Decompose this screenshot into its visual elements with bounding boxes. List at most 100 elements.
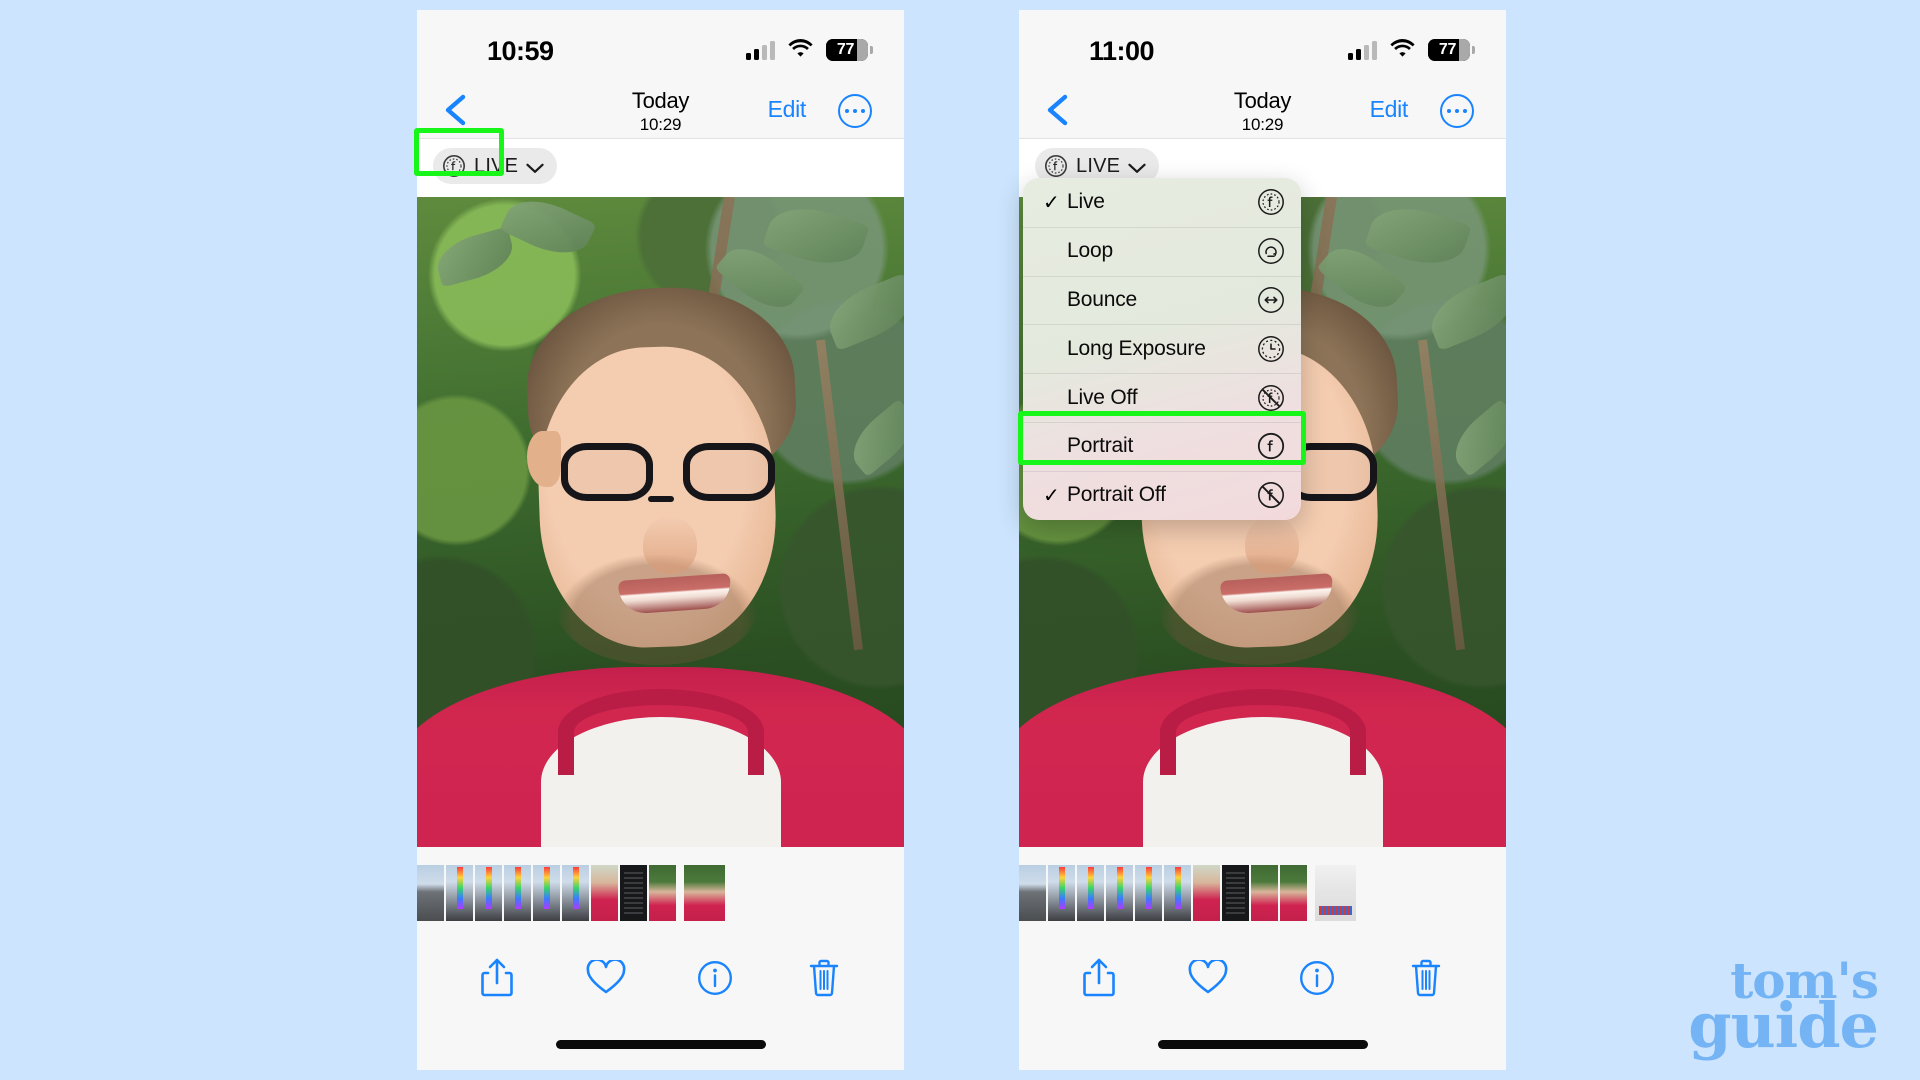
long-exposure-icon [1257, 335, 1285, 363]
photo-viewer[interactable] [417, 197, 904, 847]
live-photo-icon [1044, 154, 1068, 178]
filmstrip-thumbnail[interactable] [1280, 865, 1307, 921]
status-bar-icons: 77 [746, 38, 873, 62]
filmstrip-thumbnail[interactable] [446, 865, 473, 921]
filmstrip-thumbnail[interactable] [1193, 865, 1220, 921]
filmstrip-thumbnail[interactable] [504, 865, 531, 921]
menu-item-label: Live [1067, 190, 1105, 214]
menu-item-long-exposure[interactable]: Long Exposure [1023, 324, 1301, 373]
filmstrip-container[interactable] [1019, 847, 1506, 937]
phone-screenshot-left: 10:59 77 Today 10:29 Edit LIVE [417, 10, 904, 1070]
live-mode-menu[interactable]: ✓ Live Loop Bounce Long Exposure Live Off Port… [1023, 178, 1301, 520]
share-button[interactable] [469, 950, 525, 1006]
filmstrip-thumbnail[interactable] [1315, 865, 1356, 921]
filmstrip-thumbnail[interactable] [620, 865, 647, 921]
navigation-bar: Today 10:29 Edit [417, 82, 904, 139]
share-button[interactable] [1071, 950, 1127, 1006]
photo-subject-collar [1159, 689, 1366, 775]
chevron-down-icon [1128, 161, 1146, 173]
battery-percent-label: 77 [1438, 41, 1457, 58]
photo-subject-nose [642, 515, 697, 574]
menu-item-live[interactable]: ✓ Live [1023, 178, 1301, 227]
menu-item-label: Portrait Off [1067, 483, 1166, 507]
status-bar-time: 10:59 [487, 36, 554, 66]
live-badge-row: LIVE [417, 139, 904, 197]
filmstrip-thumbnail[interactable] [1135, 865, 1162, 921]
home-indicator-area [417, 1019, 904, 1065]
filmstrip-thumbnail[interactable] [1019, 865, 1046, 921]
loop-icon [1257, 237, 1285, 265]
menu-item-loop[interactable]: Loop [1023, 226, 1301, 276]
menu-item-label: Portrait [1067, 434, 1134, 458]
home-indicator[interactable] [1157, 1040, 1368, 1049]
favorite-button[interactable] [1180, 950, 1236, 1006]
info-button[interactable] [687, 950, 743, 1006]
menu-item-bounce[interactable]: Bounce [1023, 275, 1301, 325]
status-bar-time: 11:00 [1089, 36, 1155, 66]
info-button[interactable] [1289, 950, 1345, 1006]
filmstrip-thumbnail[interactable] [1164, 865, 1191, 921]
photo-subject-collar [557, 689, 764, 775]
watermark-line-2: guide [1688, 989, 1879, 1063]
bottom-toolbar [1019, 937, 1506, 1019]
filmstrip-thumbnail[interactable] [1048, 865, 1075, 921]
phone-screenshot-right: 11:00 77 Today 10:29 Edit LIVE [1019, 10, 1506, 1070]
edit-button[interactable]: Edit [1370, 96, 1409, 123]
filmstrip-thumbnail[interactable] [649, 865, 676, 921]
filmstrip-thumbnail[interactable] [1077, 865, 1104, 921]
bottom-toolbar [417, 937, 904, 1019]
screenshot-canvas: 10:59 77 Today 10:29 Edit LIVE 11:00 77 … [0, 0, 1920, 1080]
status-bar: 11:00 77 [1019, 10, 1506, 82]
menu-item-live-off[interactable]: Live Off [1023, 373, 1301, 422]
delete-button[interactable] [796, 950, 852, 1006]
edit-button[interactable]: Edit [768, 96, 807, 123]
menu-item-portrait[interactable]: Portrait [1023, 421, 1301, 471]
checkmark-icon: ✓ [1043, 484, 1060, 507]
navigation-bar: Today 10:29 Edit [1019, 82, 1506, 139]
page-subtitle-time: 10:29 [639, 115, 682, 134]
filmstrip[interactable] [1019, 865, 1362, 921]
nav-title-group: Today 10:29 [417, 87, 904, 135]
status-bar-icons: 77 [1348, 38, 1475, 62]
page-title: Today [631, 88, 690, 113]
live-photo-icon [442, 154, 466, 178]
menu-item-label: Loop [1067, 239, 1113, 263]
portrait-icon [1257, 432, 1285, 460]
chevron-down-icon [526, 161, 544, 173]
filmstrip-thumbnail[interactable] [562, 865, 589, 921]
battery-percent-label: 77 [836, 41, 855, 58]
battery-icon: 77 [826, 39, 873, 61]
wifi-icon [1390, 38, 1415, 62]
menu-item-portrait-off[interactable]: ✓ Portrait Off [1023, 470, 1301, 520]
toms-guide-watermark: tom's guide [1688, 956, 1879, 1063]
menu-item-label: Long Exposure [1067, 336, 1206, 360]
filmstrip-thumbnail[interactable] [591, 865, 618, 921]
nav-title-group: Today 10:29 [1019, 87, 1506, 135]
live-mode-dropdown-button[interactable]: LIVE [433, 148, 558, 184]
live-photo-icon [1257, 188, 1285, 216]
page-subtitle-time: 10:29 [1241, 115, 1284, 134]
filmstrip-thumbnail[interactable] [1222, 865, 1249, 921]
delete-button[interactable] [1398, 950, 1454, 1006]
filmstrip-thumbnail[interactable] [475, 865, 502, 921]
filmstrip-container[interactable] [417, 847, 904, 937]
filmstrip-thumbnail[interactable] [1251, 865, 1278, 921]
live-badge-label: LIVE [1076, 154, 1121, 177]
cellular-signal-icon [1348, 40, 1377, 60]
home-indicator[interactable] [555, 1040, 766, 1049]
battery-icon: 77 [1428, 39, 1475, 61]
filmstrip-thumbnail[interactable] [533, 865, 560, 921]
filmstrip-thumbnail[interactable] [684, 865, 725, 921]
filmstrip-thumbnail[interactable] [1106, 865, 1133, 921]
filmstrip-thumbnail[interactable] [417, 865, 444, 921]
menu-item-label: Bounce [1067, 287, 1138, 311]
cellular-signal-icon [746, 40, 775, 60]
ellipsis-circle-icon[interactable] [1440, 94, 1474, 128]
filmstrip[interactable] [417, 865, 731, 921]
favorite-button[interactable] [578, 950, 634, 1006]
bounce-arrows-icon [1257, 286, 1285, 314]
page-title: Today [1233, 88, 1292, 113]
home-indicator-area [1019, 1019, 1506, 1065]
ellipsis-circle-icon[interactable] [838, 94, 872, 128]
live-badge-label: LIVE [474, 154, 519, 177]
